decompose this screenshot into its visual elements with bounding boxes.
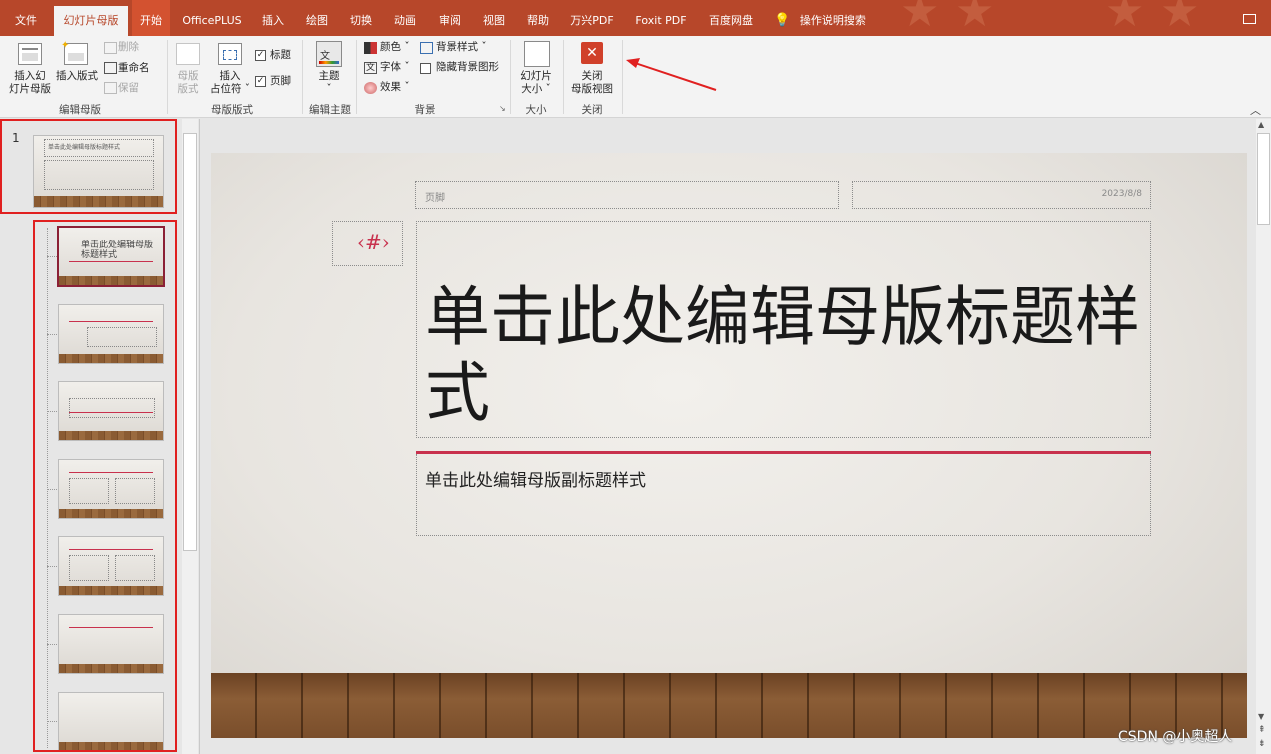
tab-insert[interactable]: 插入 — [254, 0, 292, 36]
slide-size-button[interactable]: 幻灯片 大小 ˇ — [514, 70, 558, 96]
tell-me-search[interactable]: 💡 操作说明搜索 — [770, 0, 870, 36]
tab-animations[interactable]: 动画 — [386, 0, 424, 36]
next-slide-icon[interactable]: ⇟ — [1258, 739, 1266, 749]
ribbon-tab-bar: ★ ★ ★ ★ 文件 幻灯片母版 开始 OfficePLUS 插入 绘图 切换 … — [0, 0, 1271, 37]
group-divider — [167, 40, 168, 114]
preserve-icon — [104, 82, 117, 94]
title-checkbox-label: 标题 — [270, 49, 291, 61]
colors-button[interactable]: 颜色 ˇ — [380, 41, 410, 54]
insert-slide-master-button[interactable]: 插入幻 灯片母版 — [6, 70, 54, 96]
fonts-button[interactable]: 字体 ˇ — [380, 61, 410, 74]
decor-star-icon: ★ — [900, 0, 940, 37]
annotation-box-layouts — [33, 220, 177, 752]
insert-slide-master-icon — [18, 43, 42, 65]
subtitle-text: 单击此处编辑母版副标题样式 — [425, 471, 646, 491]
hide-background-graphics-label: 隐藏背景图形 — [436, 61, 499, 73]
background-styles-button[interactable]: 背景样式 ˇ — [436, 41, 487, 54]
group-label-edit-theme: 编辑主题 — [309, 104, 351, 116]
scroll-down-icon[interactable]: ▼ — [1258, 712, 1264, 721]
insert-placeholder-icon — [218, 43, 242, 65]
group-label-master-layout: 母版版式 — [211, 104, 253, 116]
tab-draw[interactable]: 绘图 — [298, 0, 336, 36]
title-text: 单击此处编辑母版标题样式 — [425, 280, 1141, 431]
footer-checkbox-label: 页脚 — [270, 75, 291, 87]
dialog-launcher-icon[interactable]: ↘ — [499, 104, 506, 113]
colors-icon — [364, 42, 377, 54]
wood-floor-background — [211, 673, 1247, 738]
close-master-view-icon: ✕ — [581, 42, 603, 64]
effects-button[interactable]: 效果 ˇ — [380, 81, 410, 94]
tab-review[interactable]: 审阅 — [431, 0, 469, 36]
tab-transitions[interactable]: 切换 — [342, 0, 380, 36]
footer-placeholder[interactable]: 页脚 — [415, 181, 839, 209]
collapse-ribbon-icon[interactable]: ︿ — [1250, 102, 1261, 118]
date-placeholder[interactable]: 2023/8/8 — [852, 181, 1151, 209]
hide-background-graphics-checkbox[interactable] — [420, 63, 431, 74]
tab-home[interactable]: 开始 — [132, 0, 170, 36]
annotation-arrow-icon — [626, 58, 717, 91]
group-label-edit-master: 编辑母版 — [59, 104, 101, 116]
group-divider — [356, 40, 357, 114]
rename-button[interactable]: 重命名 — [118, 62, 150, 75]
group-label-size: 大小 — [525, 104, 547, 116]
preserve-button[interactable]: 保留 — [118, 82, 139, 95]
title-placeholder[interactable]: 单击此处编辑母版标题样式 — [416, 221, 1151, 438]
background-styles-icon — [420, 42, 433, 54]
tab-officeplus[interactable]: OfficePLUS — [178, 0, 246, 36]
rename-icon — [104, 62, 117, 74]
themes-dropdown-icon: ˇ — [326, 83, 332, 95]
close-master-view-button[interactable]: 关闭 母版视图 — [566, 70, 618, 96]
slide-number-placeholder[interactable]: ‹#› — [332, 221, 403, 266]
insert-layout-button[interactable]: 插入版式 — [54, 70, 100, 83]
tab-file[interactable]: 文件 — [8, 0, 44, 36]
insert-layout-icon: ✦ — [61, 40, 88, 65]
group-label-close: 关闭 — [581, 104, 603, 116]
tab-help[interactable]: 帮助 — [519, 0, 557, 36]
fonts-icon: 文 — [364, 62, 377, 74]
group-label-background: 背景 — [414, 104, 436, 116]
tab-wanxing-pdf[interactable]: 万兴PDF — [565, 0, 619, 36]
master-layout-icon — [176, 43, 200, 65]
group-divider — [563, 40, 564, 114]
tab-foxit-pdf[interactable]: Foxit PDF — [630, 0, 692, 36]
decor-star-icon: ★ — [1160, 0, 1200, 37]
themes-button[interactable]: 主题 — [313, 70, 345, 83]
scroll-up-icon[interactable]: ▲ — [1258, 120, 1264, 129]
title-checkbox[interactable]: ✓ — [255, 50, 266, 61]
delete-button[interactable]: 删除 — [118, 41, 139, 54]
tab-baidu-netdisk[interactable]: 百度网盘 — [702, 0, 760, 36]
decor-star-icon: ★ — [1105, 0, 1145, 37]
slide-scrollbar-thumb[interactable] — [1257, 133, 1270, 225]
previous-slide-icon[interactable]: ⇞ — [1258, 725, 1266, 735]
footer-checkbox[interactable]: ✓ — [255, 76, 266, 87]
effects-icon — [364, 82, 377, 94]
subtitle-placeholder[interactable]: 单击此处编辑母版副标题样式 — [416, 454, 1151, 536]
slide-size-icon — [524, 41, 550, 67]
thumbnail-scrollbar-thumb[interactable] — [183, 133, 197, 551]
comments-icon[interactable] — [1243, 14, 1256, 24]
tab-view[interactable]: 视图 — [475, 0, 513, 36]
decor-star-icon: ★ — [955, 0, 995, 37]
delete-icon — [104, 42, 117, 54]
insert-placeholder-button[interactable]: 插入 占位符 ˇ — [206, 70, 254, 96]
slide-master-preview: 页脚 2023/8/8 ‹#› 单击此处编辑母版标题样式 单击此处编辑母版副标题… — [211, 153, 1247, 738]
group-divider — [510, 40, 511, 114]
tab-slide-master[interactable]: 幻灯片母版 — [54, 6, 128, 36]
master-layout-button[interactable]: 母版 版式 — [172, 70, 204, 96]
annotation-box-master — [0, 119, 177, 214]
themes-icon: 文 — [316, 41, 342, 67]
watermark: CSDN @小奥超人 — [1118, 729, 1233, 745]
lightbulb-icon: 💡 — [774, 13, 791, 28]
